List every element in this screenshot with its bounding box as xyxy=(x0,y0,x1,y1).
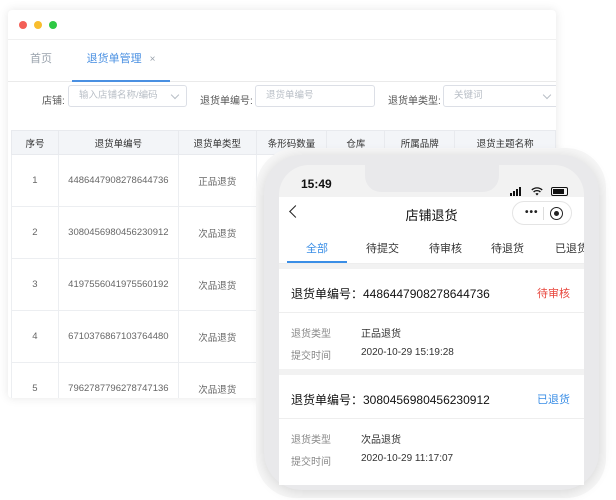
shop-filter-label: 店铺: xyxy=(42,96,65,107)
cell-index: 5 xyxy=(11,362,59,398)
window-titlebar xyxy=(8,10,556,40)
cell-return-type: 次品退货 xyxy=(177,258,257,311)
more-icon[interactable]: ••• xyxy=(525,207,539,218)
status-tabs: 全部 待提交 待审核 待退货 已退货 xyxy=(279,231,584,264)
status-icons xyxy=(510,178,568,196)
cell-index: 4 xyxy=(11,310,59,363)
signal-icon xyxy=(510,178,522,196)
tab-pending-submit[interactable]: 待提交 xyxy=(366,240,399,256)
card-return-no: 退货单编号：3080456980456230912 xyxy=(291,393,490,407)
card-time-row: 提交时间 2020-10-29 15:19:28 xyxy=(291,347,454,362)
cell-return-type: 次品退货 xyxy=(177,206,257,259)
cell-return-no: 4197556041975560192 xyxy=(57,258,179,311)
cell-return-type: 正品退货 xyxy=(177,154,257,207)
return-no-input[interactable]: 退货单编号 xyxy=(255,85,375,107)
card-time-row: 提交时间 2020-10-29 11:17:07 xyxy=(291,453,453,468)
cell-return-no: 4486447908278644736 xyxy=(57,154,179,207)
time-value: 2020-10-29 15:19:28 xyxy=(361,347,454,358)
stage: 首页 退货单管理 × 店铺: 输入店铺名称/编码 退货单编号: 退货单编号 退货单… xyxy=(0,0,616,500)
card-return-no: 退货单编号：4486447908278644736 xyxy=(291,287,490,301)
cell-index: 3 xyxy=(11,258,59,311)
shop-filter-placeholder: 输入店铺名称/编码 xyxy=(79,90,158,101)
shop-filter-select[interactable]: 输入店铺名称/编码 xyxy=(68,85,187,107)
mobile-navbar: 店铺退货 ••• xyxy=(279,197,584,231)
type-label: 退货类型 xyxy=(291,435,331,446)
return-no-placeholder: 退货单编号 xyxy=(266,90,314,101)
tab-return-management-label: 退货单管理 xyxy=(86,53,142,65)
chevron-down-icon xyxy=(170,90,180,100)
status-badge: 待审核 xyxy=(537,288,570,300)
status-time: 15:49 xyxy=(301,177,332,191)
tab-return-management[interactable]: 退货单管理 × xyxy=(72,40,170,82)
tab-returned[interactable]: 已退货 xyxy=(555,240,584,256)
card-type-row: 退货类型 次品退货 xyxy=(291,431,401,446)
cell-index: 1 xyxy=(11,154,59,207)
phone-notch xyxy=(365,165,499,192)
card-type-row: 退货类型 正品退货 xyxy=(291,325,401,340)
close-icon[interactable]: × xyxy=(150,54,156,65)
return-card[interactable]: 退货单编号：3080456980456230912 已退货 退货类型 次品退货 … xyxy=(279,375,584,485)
maximize-window-button[interactable] xyxy=(49,21,57,29)
active-tab-underline xyxy=(287,261,347,263)
tab-all[interactable]: 全部 xyxy=(306,240,328,256)
chevron-down-icon xyxy=(542,90,552,100)
phone-screen: 15:49 店铺退货 ••• 全部 待提交 待审核 待退货 已退货 退货单编号：… xyxy=(279,165,584,485)
wifi-icon xyxy=(530,187,543,196)
cell-return-no: 7962787796278747136 xyxy=(57,362,179,398)
capsule-divider xyxy=(543,207,544,220)
cell-return-type: 次品退货 xyxy=(177,362,257,398)
type-value: 正品退货 xyxy=(361,329,401,340)
return-type-select[interactable]: 关键词 xyxy=(443,85,556,107)
card-header: 退货单编号：4486447908278644736 待审核 xyxy=(279,269,584,313)
close-target-icon[interactable] xyxy=(550,207,563,220)
cell-return-no: 6710376867103764480 xyxy=(57,310,179,363)
tab-home[interactable]: 首页 xyxy=(30,40,52,82)
header-return-type[interactable]: 退货单类型 xyxy=(177,130,257,155)
time-label: 提交时间 xyxy=(291,351,331,362)
type-value: 次品退货 xyxy=(361,435,401,446)
tab-bar: 首页 退货单管理 × xyxy=(8,40,556,82)
cell-index: 2 xyxy=(11,206,59,259)
close-window-button[interactable] xyxy=(19,21,27,29)
header-return-no[interactable]: 退货单编号 xyxy=(57,130,179,155)
battery-icon xyxy=(551,187,568,196)
return-no-filter-label: 退货单编号: xyxy=(200,96,253,107)
cell-return-no: 3080456980456230912 xyxy=(57,206,179,259)
return-type-placeholder: 关键词 xyxy=(454,90,483,101)
card-header: 退货单编号：3080456980456230912 已退货 xyxy=(279,375,584,419)
tab-pending-review[interactable]: 待审核 xyxy=(429,240,462,256)
status-badge: 已退货 xyxy=(537,394,570,406)
tab-pending-return[interactable]: 待退货 xyxy=(491,240,524,256)
header-index[interactable]: 序号 xyxy=(11,130,59,155)
return-card[interactable]: 退货单编号：4486447908278644736 待审核 退货类型 正品退货 … xyxy=(279,269,584,369)
time-label: 提交时间 xyxy=(291,457,331,468)
cell-return-type: 次品退货 xyxy=(177,310,257,363)
time-value: 2020-10-29 11:17:07 xyxy=(361,453,454,464)
type-label: 退货类型 xyxy=(291,329,331,340)
mini-program-capsule: ••• xyxy=(512,201,572,225)
return-type-filter-label: 退货单类型: xyxy=(388,96,441,107)
minimize-window-button[interactable] xyxy=(34,21,42,29)
